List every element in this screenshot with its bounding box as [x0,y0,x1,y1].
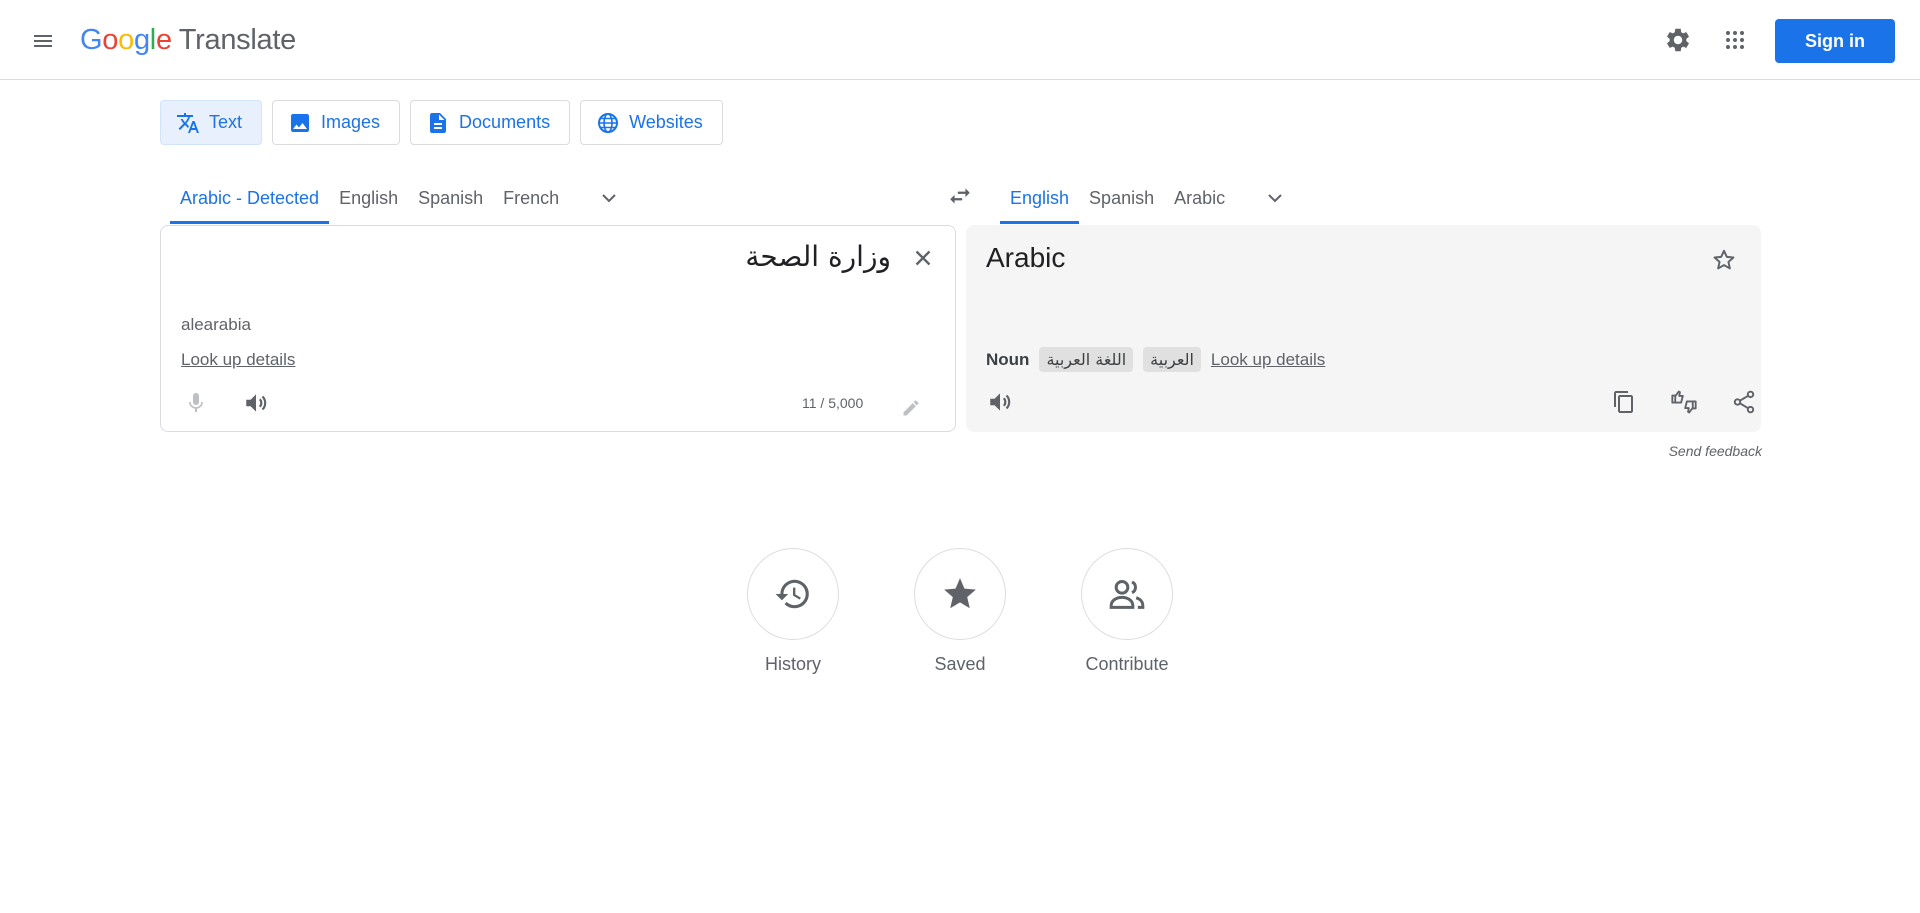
top-bar: Google Translate Sign in [0,0,1920,80]
logo-letter: e [155,23,172,56]
star-icon [944,578,976,609]
history-icon [775,579,809,609]
listen-source-button[interactable] [236,383,276,423]
source-more-languages-button[interactable] [589,178,629,218]
part-of-speech-label: Noun [986,349,1030,369]
pencil-icon [903,400,919,416]
contribute-label: Contribute [1085,654,1169,674]
save-translation-button[interactable] [1704,240,1744,280]
history-circle[interactable] [747,548,839,640]
star-outline-icon [1713,249,1735,270]
share-translation-button[interactable] [1724,382,1764,422]
source-language-bar: Arabic - Detected English Spanish French [170,172,629,224]
apps-button[interactable] [1715,20,1755,60]
copy-icon [1614,391,1633,413]
people-icon [1109,580,1145,609]
speaker-icon [990,393,1011,411]
image-icon [291,113,310,132]
translate-icon [177,112,199,133]
mode-images-label: Images [321,112,381,132]
alternative-translation-chip[interactable]: اللغة العربية [1039,347,1134,372]
source-lang-detected-tab[interactable]: Arabic - Detected [170,172,330,224]
contribute-circle[interactable] [1081,548,1173,640]
clear-source-button[interactable] [903,238,943,278]
target-lang-spanish-tab[interactable]: Spanish [1079,172,1164,224]
mode-images-button[interactable]: Images [272,100,401,145]
chevron-down-icon [602,194,616,203]
logo-letter: o [118,23,134,56]
microphone-icon [189,393,203,412]
thumbs-up-down-icon [1671,390,1697,414]
target-look-up-details-link[interactable]: Look up details [1211,350,1325,370]
settings-button[interactable] [1658,20,1698,60]
character-counter: 11 / 5,000 [802,395,864,411]
alternative-translation-chip[interactable]: العربية [1143,347,1201,372]
saved-circle[interactable] [914,548,1006,640]
source-lang-english-tab[interactable]: English [329,172,408,224]
source-lang-french-tab[interactable]: French [493,172,569,224]
swap-languages-button[interactable] [940,176,980,216]
gear-icon [1667,28,1689,52]
target-lang-english-tab[interactable]: English [1000,172,1080,224]
google-translate-logo[interactable]: Google Translate [80,22,296,58]
contribute-button[interactable]: Contribute [1080,548,1174,675]
chevron-down-icon [1268,194,1282,203]
copy-translation-button[interactable] [1604,382,1644,422]
target-lang-arabic-tab[interactable]: Arabic [1164,172,1235,224]
mode-websites-button[interactable]: Websites [580,100,723,145]
source-transliteration: alearabia [181,315,251,334]
document-icon [430,112,447,133]
voice-input-button[interactable] [176,383,216,423]
logo-letter: o [102,23,119,56]
share-icon [1733,390,1755,414]
saved-label: Saved [934,654,986,674]
source-look-up-details-link[interactable]: Look up details [181,350,295,370]
apps-grid-icon [1726,31,1744,49]
hamburger-menu-icon [34,35,52,47]
dictionary-row: Noun اللغة العربية العربية Look up detai… [986,347,1325,372]
mode-text-button[interactable]: Text [160,100,263,145]
mode-documents-button[interactable]: Documents [410,100,571,145]
history-button[interactable]: History [746,548,840,675]
bottom-actions: History Saved Contribute [746,548,1174,675]
translation-mode-bar: Text Images Documents Websites [160,100,723,145]
saved-button[interactable]: Saved [913,548,1007,675]
translation-text: Arabic [986,242,1066,273]
target-more-languages-button[interactable] [1255,178,1295,218]
sign-in-button[interactable]: Sign in [1775,19,1895,63]
mode-documents-label: Documents [459,112,551,132]
mode-websites-label: Websites [629,112,703,132]
logo-letter: g [133,23,150,56]
product-name: Translate [178,23,296,56]
main-menu-button[interactable] [26,24,60,58]
mode-text-label: Text [209,112,243,132]
swap-arrows-icon [950,188,970,204]
listen-translation-button[interactable] [980,382,1020,422]
translation-output-panel: Arabic Noun اللغة العربية العربية Look u… [966,225,1761,432]
source-lang-spanish-tab[interactable]: Spanish [408,172,493,224]
source-text-input[interactable]: وزارة الصحة [745,240,891,273]
send-feedback-link[interactable]: Send feedback [1669,443,1762,459]
edit-button[interactable] [891,388,931,428]
close-icon [915,250,931,266]
target-language-bar: English Spanish Arabic [1000,172,1295,224]
speaker-icon [246,394,267,412]
globe-icon [598,112,619,133]
logo-letter: G [80,23,103,56]
history-label: History [764,654,821,674]
rate-translation-button[interactable] [1664,382,1704,422]
source-text-panel[interactable]: وزارة الصحة alearabia Look up details 11… [160,225,956,432]
